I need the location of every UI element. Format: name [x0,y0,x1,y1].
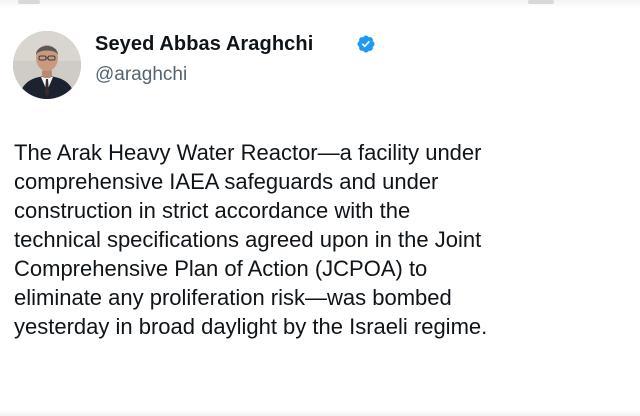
tweet-card: Seyed Abbas Araghchi @araghchi The Arak … [0,0,640,416]
tweet-text-line: Comprehensive Plan of Action (JCPOA) to [14,256,428,281]
tweet-text-line: comprehensive IAEA safeguards and under [14,169,439,194]
verified-badge-icon [357,35,375,53]
tweet-text: The Arak Heavy Water Reactor—a facility … [14,138,614,341]
avatar[interactable] [13,31,81,99]
tweet-text-line: The Arak Heavy Water Reactor—a facility … [14,140,482,165]
tweet-text-line: eliminate any proliferation risk—was bom… [14,285,452,310]
tweet-text-line: technical specifications agreed upon in … [14,227,482,252]
cropped-edge [0,410,640,416]
tweet-text-line: construction in strict accordance with t… [14,198,411,223]
author-name[interactable]: Seyed Abbas Araghchi [95,33,313,56]
tweet-text-line: yesterday in broad daylight by the Israe… [14,314,488,339]
profile-photo-icon [13,31,81,99]
author-handle[interactable]: @araghchi [95,64,187,86]
